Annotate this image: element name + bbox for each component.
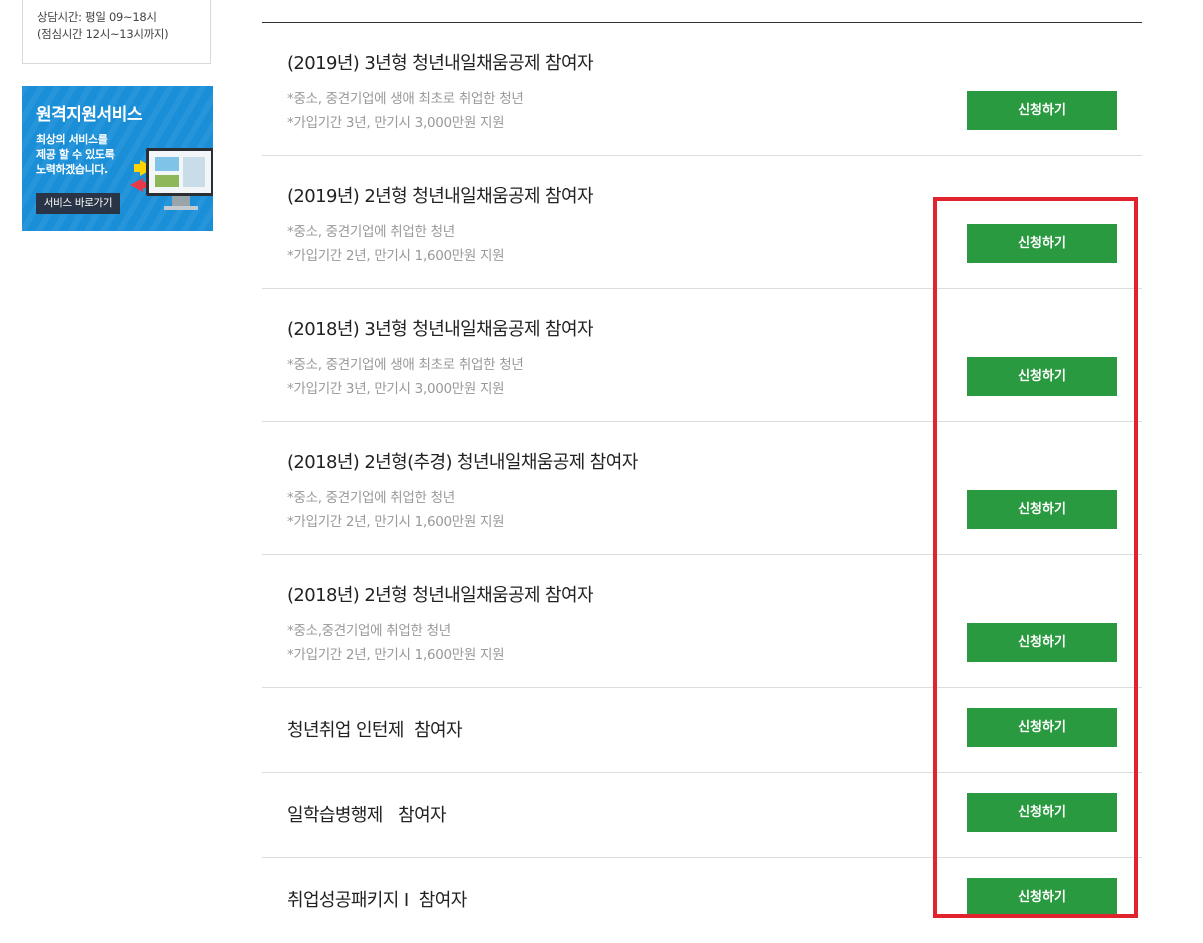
program-desc-line: *중소, 중견기업에 생애 최초로 취업한 청년 [287,91,524,107]
remote-support-banner[interactable]: 원격지원서비스 최상의 서비스를 제공 할 수 있도록 노력하겠습니다. 서비스… [22,86,213,231]
program-desc-line: *중소, 중견기업에 취업한 청년 [287,224,455,240]
banner-desc-line: 제공 할 수 있도록 [36,148,115,161]
program-desc-line: *중소,중견기업에 취업한 청년 [287,623,451,639]
banner-desc-line: 최상의 서비스를 [36,133,108,146]
program-description: *중소,중견기업에 취업한 청년 *가입기간 2년, 만기시 1,600만원 지… [287,619,505,667]
program-desc-line: *가입기간 2년, 만기시 1,600만원 지원 [287,647,505,663]
apply-button[interactable]: 신청하기 [967,224,1117,263]
program-description: *중소, 중견기업에 취업한 청년 *가입기간 2년, 만기시 1,600만원 … [287,220,505,268]
program-description: *중소, 중견기업에 생애 최초로 취업한 청년 *가입기간 3년, 만기시 3… [287,353,524,401]
apply-button[interactable]: 신청하기 [967,878,1117,917]
list-item: (2019년) 3년형 청년내일채움공제 참여자 *중소, 중견기업에 생애 최… [262,23,1142,156]
consult-hours-box: 상담시간: 평일 09~18시 (점심시간 12시~13시까지) [22,0,211,64]
program-title: (2018년) 3년형 청년내일채움공제 참여자 [287,319,594,340]
list-item: (2018년) 2년형 청년내일채움공제 참여자 *중소,중견기업에 취업한 청… [262,555,1142,688]
lunch-hours-text: (점심시간 12시~13시까지) [37,27,169,41]
list-item: 취업성공패키지 I 참여자 신청하기 [262,858,1142,943]
program-title: 일학습병행제 참여자 [287,805,447,826]
program-desc-line: *가입기간 3년, 만기시 3,000만원 지원 [287,115,505,131]
apply-button[interactable]: 신청하기 [967,357,1117,396]
program-desc-line: *중소, 중견기업에 생애 최초로 취업한 청년 [287,357,524,373]
program-title: 청년취업 인턴제 참여자 [287,720,463,741]
program-description: *중소, 중견기업에 생애 최초로 취업한 청년 *가입기간 3년, 만기시 3… [287,87,524,135]
list-item: (2018년) 2년형(추경) 청년내일채움공제 참여자 *중소, 중견기업에 … [262,422,1142,555]
program-title: (2019년) 3년형 청년내일채움공제 참여자 [287,53,594,74]
list-item: 청년취업 인턴제 참여자 신청하기 [262,688,1142,773]
apply-button[interactable]: 신청하기 [967,91,1117,130]
program-desc-line: *가입기간 2년, 만기시 1,600만원 지원 [287,514,505,530]
list-item: (2018년) 3년형 청년내일채움공제 참여자 *중소, 중견기업에 생애 최… [262,289,1142,422]
monitor-icon [146,148,213,196]
program-title: (2018년) 2년형(추경) 청년내일채움공제 참여자 [287,452,638,473]
banner-desc-line: 노력하겠습니다. [36,163,108,176]
apply-button[interactable]: 신청하기 [967,623,1117,662]
apply-button[interactable]: 신청하기 [967,708,1117,747]
list-item: (2019년) 2년형 청년내일채움공제 참여자 *중소, 중견기업에 취업한 … [262,156,1142,289]
banner-title: 원격지원서비스 [36,105,142,125]
program-title: (2019년) 2년형 청년내일채움공제 참여자 [287,186,594,207]
banner-description: 최상의 서비스를 제공 할 수 있도록 노력하겠습니다. [36,132,115,177]
program-desc-line: *가입기간 3년, 만기시 3,000만원 지원 [287,381,505,397]
program-title: 취업성공패키지 I 참여자 [287,890,467,911]
apply-button[interactable]: 신청하기 [967,490,1117,529]
consult-hours-text: 상담시간: 평일 09~18시 [37,10,157,24]
program-title: (2018년) 2년형 청년내일채움공제 참여자 [287,585,594,606]
program-list: (2019년) 3년형 청년내일채움공제 참여자 *중소, 중견기업에 생애 최… [262,22,1142,943]
program-description: *중소, 중견기업에 취업한 청년 *가입기간 2년, 만기시 1,600만원 … [287,486,505,534]
monitor-base-icon [164,206,198,210]
service-shortcut-button[interactable]: 서비스 바로가기 [36,193,120,214]
monitor-stand-icon [172,196,190,206]
list-item: 일학습병행제 참여자 신청하기 [262,773,1142,858]
program-desc-line: *가입기간 2년, 만기시 1,600만원 지원 [287,248,505,264]
apply-button[interactable]: 신청하기 [967,793,1117,832]
program-desc-line: *중소, 중견기업에 취업한 청년 [287,490,455,506]
